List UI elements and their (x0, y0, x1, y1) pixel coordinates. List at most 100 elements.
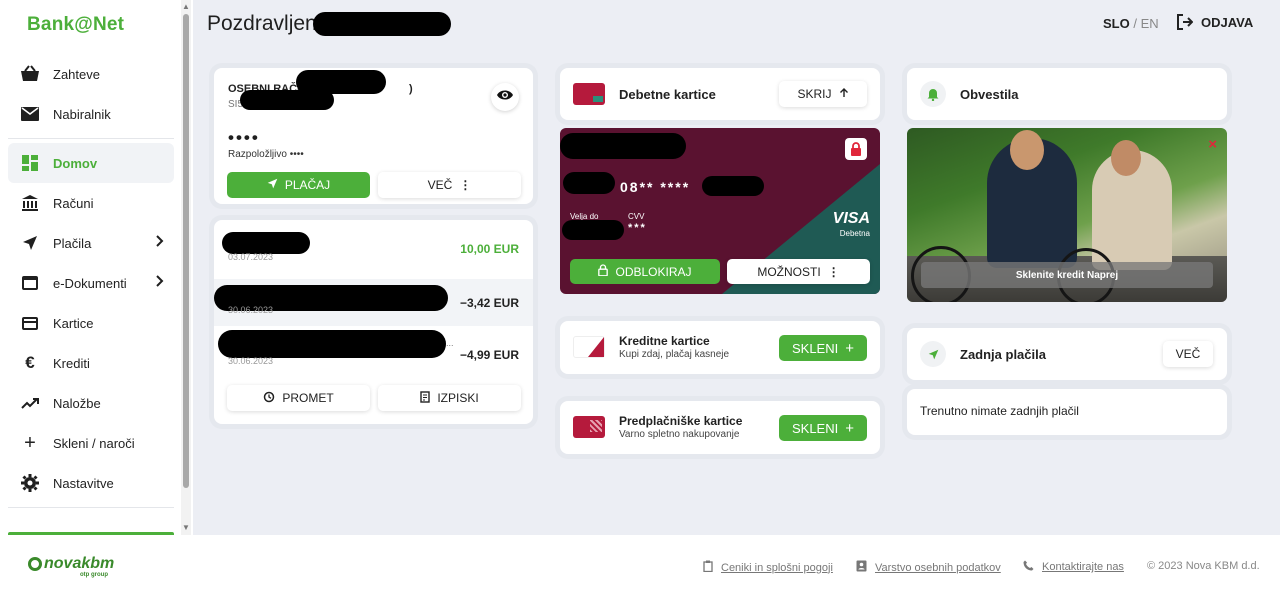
trending-up-icon (20, 393, 40, 413)
bank-logo[interactable]: Bank@Net (27, 14, 124, 36)
debit-title: Debetne kartice (619, 87, 716, 102)
send-icon (267, 178, 278, 192)
basket-icon (20, 64, 40, 84)
receipt-icon (420, 390, 431, 406)
balance-mask: •••• (228, 128, 260, 147)
plus-icon: + (845, 339, 854, 357)
lang-en[interactable]: EN (1141, 16, 1159, 31)
redacted-expiry (562, 220, 624, 240)
account-card: OSEBNI RAČUN) SI5 •••• Razpoložljivo •••… (214, 68, 533, 204)
lang-slo[interactable]: SLO (1103, 16, 1130, 31)
transaction-amount: −3,42 EUR (459, 296, 519, 310)
close-icon[interactable]: × (1208, 136, 1217, 153)
lang-separator: / (1129, 16, 1141, 31)
sidebar-item-zahteve[interactable]: Zahteve (8, 54, 174, 94)
sidebar-item-domov[interactable]: Domov (8, 143, 174, 183)
footer-link-privacy[interactable]: Varstvo osebnih podatkov (856, 560, 1001, 575)
logo-mark-icon (28, 557, 42, 571)
chevron-right-icon (156, 275, 164, 290)
hide-button[interactable]: SKRIJ (779, 81, 867, 107)
debit-card-icon (573, 83, 605, 105)
debit-card-visual[interactable]: 08** **** Velja do CVV *** VISA Debetna … (560, 128, 880, 294)
sidebar-item-e-dokumenti[interactable]: e-Dokumenti (8, 263, 174, 303)
scrollbar-thumb[interactable] (183, 14, 189, 488)
more-vertical-icon: ⋮ (459, 178, 472, 192)
pay-button[interactable]: PLAČAJ (227, 172, 370, 198)
transaction-row[interactable]: 30.06.2023 −3,42 EUR (214, 279, 533, 326)
chevron-right-icon (156, 235, 164, 250)
lock-open-icon (598, 264, 609, 279)
transaction-row[interactable]: 03.07.2023 10,00 EUR (214, 228, 533, 275)
notifications-header: Obvestila (907, 68, 1227, 120)
turnover-button[interactable]: PROMET (227, 385, 370, 411)
credit-title: Kreditne kartice (619, 334, 710, 348)
sidebar-item-label: Kartice (53, 315, 94, 331)
payee-ellipsis: ... (446, 338, 454, 348)
sidebar-item-placila[interactable]: Plačila (8, 223, 174, 263)
id-badge-icon (856, 560, 867, 575)
scroll-up-arrow[interactable]: ▲ (182, 3, 190, 11)
card-type: Debetna (839, 229, 870, 238)
history-icon (263, 391, 275, 406)
sidebar-item-skleni-naroci[interactable]: + Skleni / naroči (8, 423, 174, 463)
transaction-row[interactable]: ... 30.06.2023 −4,99 EUR (214, 326, 533, 373)
logout-label: ODJAVA (1201, 14, 1254, 30)
promo-banner[interactable]: Sklenite kredit Naprej (921, 262, 1213, 288)
visa-logo: VISA (832, 210, 870, 227)
lock-icon[interactable] (845, 138, 867, 160)
promo-image[interactable]: × Sklenite kredit Naprej (907, 128, 1227, 302)
scroll-down-arrow[interactable]: ▼ (182, 524, 190, 532)
logout-icon (1177, 14, 1193, 30)
logout-button[interactable]: ODJAVA (1177, 14, 1253, 30)
sidebar-item-racuni[interactable]: Računi (8, 183, 174, 223)
prepaid-apply-button[interactable]: SKLENI + (779, 415, 867, 441)
credit-subtitle: Kupi zdaj, plačaj kasneje (619, 349, 730, 360)
show-balance-button[interactable] (491, 83, 519, 111)
sidebar-item-label: Nabiralnik (53, 106, 111, 122)
bell-icon (920, 81, 946, 107)
cvv-value: *** (628, 222, 647, 234)
transaction-date: 30.06.2023 (228, 356, 274, 366)
sidebar-item-kartice[interactable]: Kartice (8, 303, 174, 343)
sidebar-item-nastavitve[interactable]: Nastavitve (8, 463, 174, 503)
greeting: Pozdravljeni, (207, 12, 328, 35)
transaction-date: 03.07.2023 (228, 252, 274, 262)
notifications-card: Obvestila × Sklenite kredit Naprej (907, 68, 1227, 302)
credit-cards-card: Kreditne kartice Kupi zdaj, plačaj kasne… (560, 321, 880, 374)
sidebar-item-nabiralnik[interactable]: Nabiralnik (8, 94, 174, 134)
divider (8, 138, 174, 139)
credit-apply-button[interactable]: SKLENI + (779, 335, 867, 361)
euro-icon: € (25, 353, 35, 372)
transaction-date: 30.06.2023 (228, 305, 274, 315)
sidebar-item-krediti[interactable]: € Krediti (8, 343, 174, 383)
card-icon (20, 313, 40, 333)
statements-button[interactable]: IZPISKI (378, 385, 521, 411)
last-payments-empty: Trenutno nimate zadnjih plačil (920, 404, 1079, 418)
footer: novakbm otp group Ceniki in splošni pogo… (0, 535, 1280, 590)
language-switch[interactable]: SLO / EN (1103, 16, 1159, 31)
prepaid-card-icon (573, 416, 605, 438)
options-button[interactable]: MOŽNOSTI ⋮ (727, 259, 870, 284)
plus-icon: + (845, 419, 854, 437)
sidebar-item-nalozbe[interactable]: Naložbe (8, 383, 174, 423)
redacted-payee (218, 330, 446, 358)
sidebar-item-label: Nastavitve (53, 475, 114, 491)
last-payments-body: Trenutno nimate zadnjih plačil (907, 389, 1227, 435)
phone-icon (1023, 560, 1034, 574)
sidebar-item-label: e-Dokumenti (53, 275, 127, 291)
send-icon (920, 341, 946, 367)
clipboard-icon (703, 560, 713, 575)
more-button[interactable]: VEČ ⋮ (378, 172, 521, 198)
unblock-button[interactable]: ODBLOKIRAJ (570, 259, 720, 284)
sidebar-nav: Zahteve Nabiralnik Domov Računi Plačila (8, 54, 174, 512)
footer-link-contact[interactable]: Kontaktirajte nas (1023, 560, 1124, 574)
last-payments-more-button[interactable]: VEČ (1163, 341, 1213, 367)
logo-subtext: otp group (80, 572, 108, 578)
redacted-cardholder (560, 133, 686, 159)
photo-person (1010, 130, 1044, 170)
footer-link-pricing[interactable]: Ceniki in splošni pogoji (703, 560, 833, 575)
main-content: Pozdravljeni, SLO / EN ODJAVA OSEBNI RAČ… (193, 0, 1280, 535)
nova-kbm-logo[interactable]: novakbm otp group (28, 555, 114, 578)
copyright: © 2023 Nova KBM d.d. (1147, 560, 1260, 572)
card-number: 08** **** (620, 179, 691, 195)
